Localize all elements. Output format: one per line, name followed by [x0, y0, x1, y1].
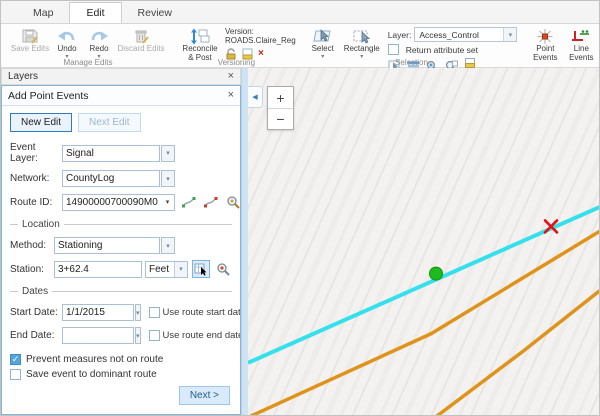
map-features [248, 68, 599, 415]
map-view[interactable]: ◀ + − [248, 68, 599, 415]
select-button[interactable]: Select ▾ [307, 27, 339, 60]
chevron-down-icon: ▾ [174, 262, 187, 277]
station-input[interactable] [55, 264, 141, 275]
prevent-measures-checkbox[interactable]: ✓ [10, 354, 21, 365]
chevron-down-icon: ▾ [161, 195, 174, 210]
redo-icon [89, 27, 109, 45]
method-label: Method: [10, 240, 54, 251]
start-date-input[interactable] [63, 307, 133, 318]
event-layer-dropdown-button[interactable]: ▾ [161, 145, 175, 162]
discard-icon [133, 27, 149, 45]
save-dominant-route-checkbox[interactable] [10, 369, 21, 380]
app-window: Map Edit Review Save Edits Undo ▾ [0, 0, 600, 416]
line-events-icon [571, 27, 591, 45]
pane-close-icon[interactable]: × [228, 90, 234, 101]
undo-button[interactable]: Undo ▾ [52, 27, 82, 60]
point-events-icon [536, 27, 554, 45]
layer-combobox[interactable]: Access_Control ▾ [414, 27, 517, 42]
dates-section-divider: Dates [10, 286, 232, 297]
use-route-start-date-checkbox[interactable] [149, 307, 160, 318]
chevron-down-icon: ▾ [162, 146, 174, 161]
select-icon [313, 27, 333, 45]
version-label: Version: [225, 27, 296, 36]
reconcile-post-icon [190, 27, 210, 45]
start-date-label: Start Date: [10, 307, 62, 318]
pane-title: Add Point Events [8, 90, 228, 102]
ribbon: Save Edits Undo ▾ Redo ▾ Discar [1, 24, 599, 68]
end-date-input-box[interactable] [62, 327, 134, 344]
tab-edit[interactable]: Edit [69, 2, 121, 23]
collapse-panel-tab[interactable]: ◀ [248, 86, 263, 108]
start-date-dropdown-button[interactable]: ▾ [135, 304, 141, 321]
station-label: Station: [10, 264, 54, 275]
save-edits-button[interactable]: Save Edits [10, 27, 50, 54]
tab-review[interactable]: Review [122, 3, 188, 23]
chevron-down-icon: ▾ [136, 328, 140, 343]
layer-combo-arrow-icon: ▾ [503, 28, 516, 41]
route-id-combobox[interactable]: ▾ [62, 194, 175, 211]
secondary-route-line[interactable] [251, 230, 599, 415]
network-dropdown-button[interactable]: ▾ [161, 170, 175, 187]
end-date-label: End Date: [10, 330, 62, 341]
route-id-label: Route ID: [10, 197, 62, 208]
network-select[interactable]: CountyLog [62, 170, 160, 187]
event-layer-select[interactable]: Signal [62, 145, 160, 162]
map-zoom-control: + − [267, 86, 294, 130]
station-input-box[interactable] [54, 261, 142, 278]
route-id-input[interactable] [63, 197, 161, 208]
layer-label: Layer: [388, 30, 412, 40]
end-date-input[interactable] [63, 330, 133, 341]
rectangle-select-button[interactable]: Rectangle ▾ [341, 27, 383, 60]
redo-button[interactable]: Redo ▾ [84, 27, 114, 60]
group-manage-edits: Save Edits Undo ▾ Redo ▾ Discar [5, 25, 171, 67]
route-zoom-icon[interactable]: ▾ [223, 193, 240, 211]
select-route-on-map-icon[interactable] [179, 193, 197, 211]
undo-icon [57, 27, 77, 45]
add-point-events-pane: Add Point Events × New Edit Next Edit Ev… [1, 85, 241, 415]
layers-pane-title: Layers [8, 71, 228, 82]
end-date-dropdown-button[interactable]: ▾ [135, 327, 141, 344]
select-route-from-selection-icon[interactable] [201, 193, 219, 211]
next-edit-button[interactable]: Next Edit [78, 113, 141, 132]
layers-pane-header[interactable]: Layers × [1, 68, 241, 85]
location-section-divider: Location [10, 219, 232, 230]
group-selection: Select ▾ Rectangle ▾ Layer: Access_Contr… [302, 25, 522, 67]
group-edit-events: Point Events Line Events Event Replaceme… [523, 25, 600, 67]
left-panel: Layers × Add Point Events × New Edit Nex… [1, 68, 241, 415]
rectangle-select-icon [352, 27, 372, 45]
next-button[interactable]: Next > [179, 386, 230, 405]
collapse-arrow-icon: ◀ [252, 93, 257, 101]
chevron-down-icon: ▾ [162, 238, 174, 253]
panel-splitter[interactable] [241, 68, 248, 415]
pick-location-on-map-button[interactable] [192, 260, 210, 278]
network-label: Network: [10, 173, 62, 184]
zoom-in-button[interactable]: + [268, 87, 293, 108]
new-edit-button[interactable]: New Edit [10, 113, 72, 132]
group-versioning: Reconcile & Post Version: ROADS.Claire_R… [173, 25, 300, 67]
units-select[interactable]: Feet ▾ [145, 261, 188, 278]
start-date-input-box[interactable] [62, 304, 134, 321]
add-point-events-header: Add Point Events × [2, 86, 240, 106]
use-route-end-date-checkbox[interactable] [149, 330, 160, 341]
event-layer-label: Event Layer: [10, 142, 62, 164]
discard-edits-button[interactable]: Discard Edits [116, 27, 166, 54]
layers-close-icon[interactable]: × [228, 71, 234, 82]
return-attribute-set-checkbox[interactable] [388, 44, 399, 55]
chevron-down-icon: ▾ [136, 305, 140, 320]
station-zoom-icon[interactable] [214, 260, 232, 278]
chevron-down-icon: ▾ [162, 171, 174, 186]
event-point-marker[interactable] [430, 267, 443, 280]
method-select[interactable]: Stationing [54, 237, 160, 254]
zoom-out-button[interactable]: − [268, 108, 293, 129]
method-dropdown-button[interactable]: ▾ [161, 237, 175, 254]
save-icon [21, 27, 39, 45]
ribbon-tab-bar: Map Edit Review [1, 1, 599, 24]
secondary-route-line[interactable] [433, 290, 599, 415]
version-value: ROADS.Claire_Reg [225, 36, 296, 45]
tab-map[interactable]: Map [17, 3, 69, 23]
